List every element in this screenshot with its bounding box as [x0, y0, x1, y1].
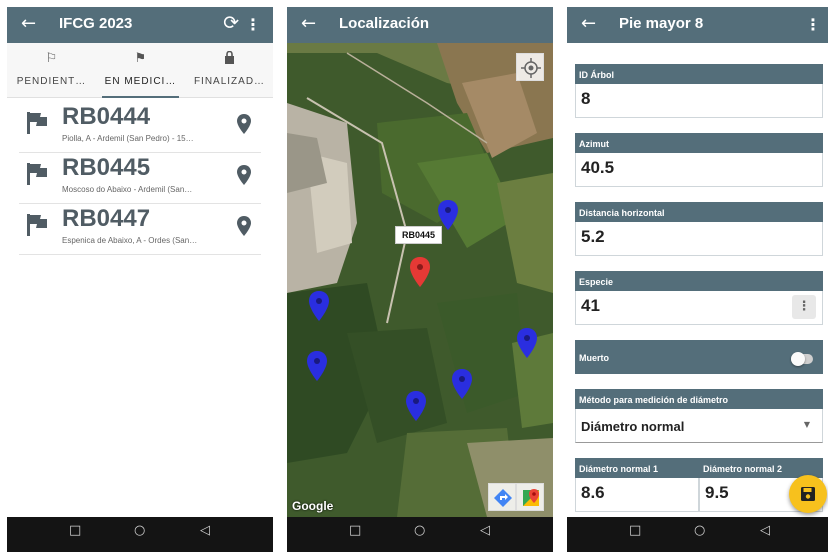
directions-button[interactable] [488, 483, 516, 511]
diameter-1-field[interactable]: 8.6 [575, 478, 699, 512]
field-label: Muerto [579, 353, 609, 363]
tab-label: FINALIZAD… [193, 76, 266, 87]
method-value: Diámetro normal [581, 419, 685, 434]
more-vert-icon[interactable]: ⋮ [245, 15, 261, 34]
recents-icon[interactable]: □ [629, 523, 641, 538]
field-label: Azimut [575, 133, 823, 153]
tab-in-measurement[interactable]: ⚑ EN MEDICI… [96, 43, 185, 98]
selected-site-marker[interactable] [410, 257, 430, 287]
system-nav-bar: □ ○ ◁ [287, 517, 553, 552]
save-icon [801, 487, 815, 501]
dead-toggle[interactable] [791, 352, 813, 366]
azimuth-field[interactable]: 40.5 [575, 153, 823, 187]
back-arrow-icon[interactable]: ← [21, 13, 36, 34]
tab-finished[interactable]: FINALIZAD… [185, 43, 273, 98]
list-item[interactable]: RB0444 Piolla, A - Ardemil (San Pedro) -… [19, 102, 261, 153]
nav-back-icon[interactable]: ◁ [480, 523, 490, 538]
flag-icon [27, 112, 47, 134]
dropdown-arrow-icon: ▼ [803, 420, 810, 429]
home-icon[interactable]: ○ [414, 523, 425, 538]
recents-icon[interactable]: □ [69, 523, 81, 538]
marker-label: RB0445 [395, 226, 443, 244]
diameter-row: Diámetro normal 1 8.6 Diámetro normal 2 … [575, 458, 823, 512]
site-place: Moscoso do Abaixo - Ardemil (San… [62, 185, 193, 194]
crosshair-icon [521, 58, 541, 78]
tab-label: EN MEDICI… [104, 76, 177, 87]
list-item[interactable]: RB0445 Moscoso do Abaixo - Ardemil (San… [19, 153, 261, 204]
tab-label: PENDIENT… [16, 76, 87, 87]
location-pin-icon[interactable] [237, 216, 251, 236]
flag-icon [27, 214, 47, 236]
site-marker[interactable] [406, 391, 426, 421]
directions-icon [494, 489, 512, 507]
diameter-1: Diámetro normal 1 8.6 [575, 458, 699, 512]
tree-id-field[interactable]: 8 [575, 84, 823, 118]
tab-pending[interactable]: ⚐ PENDIENT… [7, 43, 96, 98]
page-title: IFCG 2023 [59, 15, 133, 32]
flag-outline-icon: ⚐ [45, 51, 58, 66]
dead-row: Muerto [575, 340, 823, 374]
field-label: Método para medición de diámetro [575, 389, 823, 409]
site-list-screen: ← IFCG 2023 ⟳ ⋮ ⚐ PENDIENT… ⚑ EN MEDICI…… [7, 7, 273, 552]
site-place: Piolla, A - Ardemil (San Pedro) - 15… [62, 134, 194, 143]
species-value: 41 [581, 296, 600, 315]
nav-back-icon[interactable]: ◁ [760, 523, 770, 538]
location-pin-icon[interactable] [237, 165, 251, 185]
system-nav-bar: □ ○ ◁ [567, 517, 828, 552]
save-button[interactable] [789, 475, 827, 513]
tree-form: ID Árbol 8 Azimut 40.5 Distancia horizon… [575, 43, 823, 512]
open-maps-button[interactable] [516, 483, 544, 511]
field-label: Diámetro normal 1 [575, 458, 699, 478]
google-maps-icon [523, 489, 539, 506]
lock-icon [185, 50, 273, 68]
field-label: Especie [575, 271, 823, 291]
site-marker[interactable] [307, 351, 327, 381]
nav-back-icon[interactable]: ◁ [200, 523, 210, 538]
list-item[interactable]: RB0447 Espenica de Abaixo, A - Ordes (Sa… [19, 204, 261, 255]
site-marker[interactable] [309, 291, 329, 321]
flag-icon: ⚑ [134, 51, 147, 66]
site-place: Espenica de Abaixo, A - Ordes (San… [62, 236, 198, 245]
flag-icon [27, 163, 47, 185]
google-attribution: Google [292, 499, 334, 513]
site-code: RB0444 [62, 103, 151, 130]
tree-form-screen: ← Pie mayor 8 ⋮ ID Árbol 8 Azimut 40.5 D… [567, 7, 828, 552]
distance-field[interactable]: 5.2 [575, 222, 823, 256]
app-bar: ← IFCG 2023 ⟳ ⋮ [7, 7, 273, 43]
field-label: Distancia horizontal [575, 202, 823, 222]
satellite-map[interactable]: RB0445 Google [287, 43, 553, 517]
species-field[interactable]: 41 ⋮ [575, 291, 823, 325]
app-bar: ← Localización [287, 7, 553, 43]
recents-icon[interactable]: □ [349, 523, 361, 538]
field-label: ID Árbol [575, 64, 823, 84]
app-bar: ← Pie mayor 8 ⋮ [567, 7, 828, 43]
site-marker[interactable] [452, 369, 472, 399]
site-list: RB0444 Piolla, A - Ardemil (San Pedro) -… [19, 102, 261, 255]
method-select[interactable]: Diámetro normal ▼ [575, 409, 823, 443]
sync-icon[interactable]: ⟳ [223, 12, 239, 34]
site-code: RB0445 [62, 154, 151, 181]
more-vert-icon[interactable]: ⋮ [805, 15, 821, 34]
location-pin-icon[interactable] [237, 114, 251, 134]
page-title: Pie mayor 8 [619, 15, 704, 32]
tab-bar: ⚐ PENDIENT… ⚑ EN MEDICI… FINALIZAD… [7, 43, 273, 98]
home-icon[interactable]: ○ [694, 523, 705, 538]
species-picker-button[interactable]: ⋮ [792, 295, 816, 319]
site-code: RB0447 [62, 205, 151, 232]
home-icon[interactable]: ○ [134, 523, 145, 538]
page-title: Localización [339, 15, 430, 32]
back-arrow-icon[interactable]: ← [301, 13, 316, 34]
my-location-button[interactable] [516, 53, 544, 81]
back-arrow-icon[interactable]: ← [581, 13, 596, 34]
site-marker[interactable] [517, 328, 537, 358]
location-screen: ← Localización RB0445 Google □ ○ ◁ [287, 7, 553, 552]
system-nav-bar: □ ○ ◁ [7, 517, 273, 552]
